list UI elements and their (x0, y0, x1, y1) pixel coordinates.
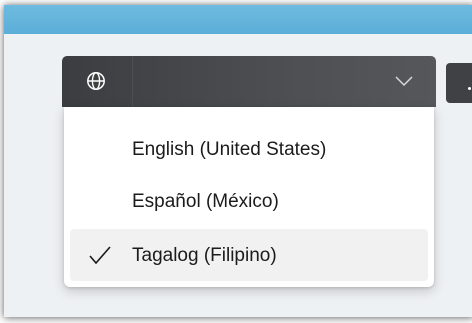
option-label: Español (México) (132, 191, 279, 212)
option-label: Tagalog (Filipino) (132, 245, 277, 266)
title-bar (4, 5, 472, 34)
language-dropdown-button[interactable] (62, 56, 436, 107)
option-label: English (United States) (132, 139, 327, 160)
language-option-tagalog[interactable]: Tagalog (Filipino) (70, 229, 428, 281)
more-icon (468, 87, 471, 90)
chevron-down-icon[interactable] (394, 74, 414, 88)
next-button[interactable] (446, 63, 472, 103)
checkmark-icon (89, 246, 111, 265)
language-option-english[interactable]: English (United States) (70, 123, 428, 175)
language-dropdown-list: English (United States) Español (México)… (64, 107, 434, 287)
window-frame: English (United States) Español (México)… (4, 5, 472, 317)
selector-divider (132, 56, 133, 107)
language-option-spanish[interactable]: Español (México) (70, 175, 428, 227)
globe-icon (87, 72, 105, 90)
